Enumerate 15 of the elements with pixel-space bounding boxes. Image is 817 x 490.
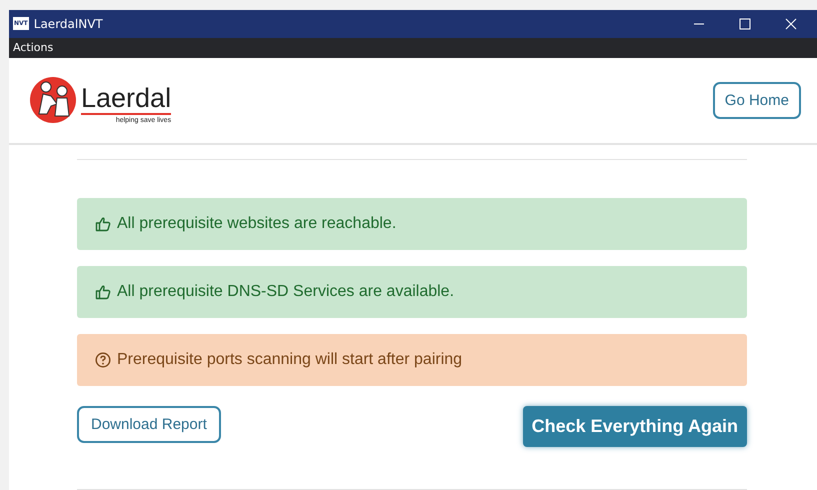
- alert-message: All prerequisite DNS-SD Services are available.: [117, 283, 454, 301]
- check-again-button[interactable]: Check Everything Again: [522, 406, 747, 447]
- thumbs-up-icon: [95, 284, 111, 300]
- close-icon[interactable]: [785, 18, 797, 30]
- alert-message: Prerequisite ports scanning will start after pairing: [117, 351, 462, 369]
- download-report-button[interactable]: Download Report: [77, 406, 221, 443]
- go-home-button[interactable]: Go Home: [712, 82, 801, 119]
- menu-item[interactable]: Actions: [13, 41, 54, 54]
- window-title: LaerdalNVT: [34, 16, 103, 31]
- alert-message: All prerequisite websites are reachable.: [117, 215, 396, 233]
- logo-wordmark: Laerdal: [81, 84, 172, 116]
- question-circle-icon: [95, 352, 111, 368]
- maximize-icon[interactable]: [739, 18, 751, 30]
- logo-emblem-icon: [29, 76, 77, 124]
- thumbs-up-icon: [95, 216, 111, 232]
